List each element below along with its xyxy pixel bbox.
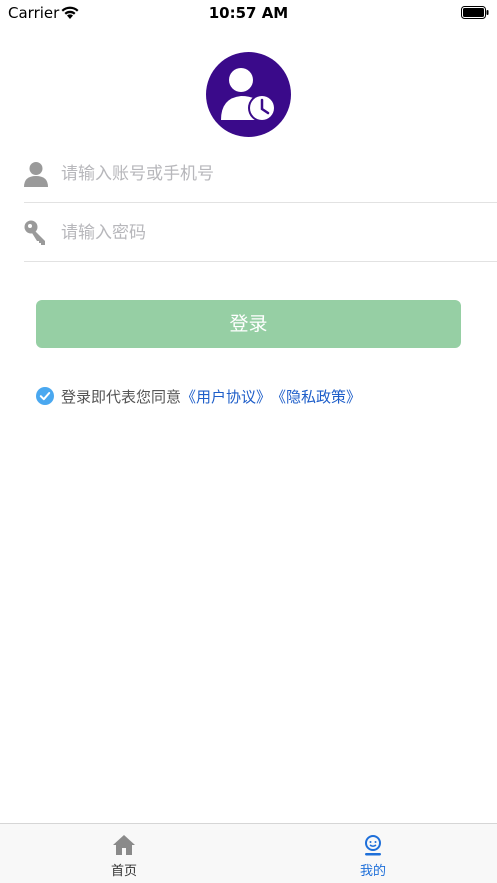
app-logo [206,52,291,137]
login-button[interactable]: 登录 [36,300,461,348]
tab-home[interactable]: 首页 [0,824,248,883]
user-icon [24,162,48,187]
clock-time: 10:57 AM [208,4,289,22]
account-input[interactable] [61,159,481,189]
key-icon [24,220,45,245]
agreement-prefix: 登录即代表您同意 [61,387,182,406]
tab-home-label: 首页 [110,864,137,879]
checkbox-checked-icon[interactable] [36,387,54,405]
home-icon [113,835,135,855]
privacy-policy-link[interactable]: 《隐私政策》 [271,386,361,407]
status-bar: Carrier 10:57 AM [0,0,497,28]
tab-mine-label: 我的 [359,864,386,879]
password-field [24,204,497,262]
profile-icon [365,835,381,856]
tab-mine[interactable]: 我的 [249,824,497,883]
password-input[interactable] [61,218,481,248]
user-agreement-link[interactable]: 《用户协议》 [181,386,271,407]
battery-icon [461,6,489,19]
agreement-row: 登录即代表您同意 《用户协议》 《隐私政策》 [36,384,476,408]
tab-bar: 首页 我的 [0,823,497,883]
account-field [24,145,497,203]
